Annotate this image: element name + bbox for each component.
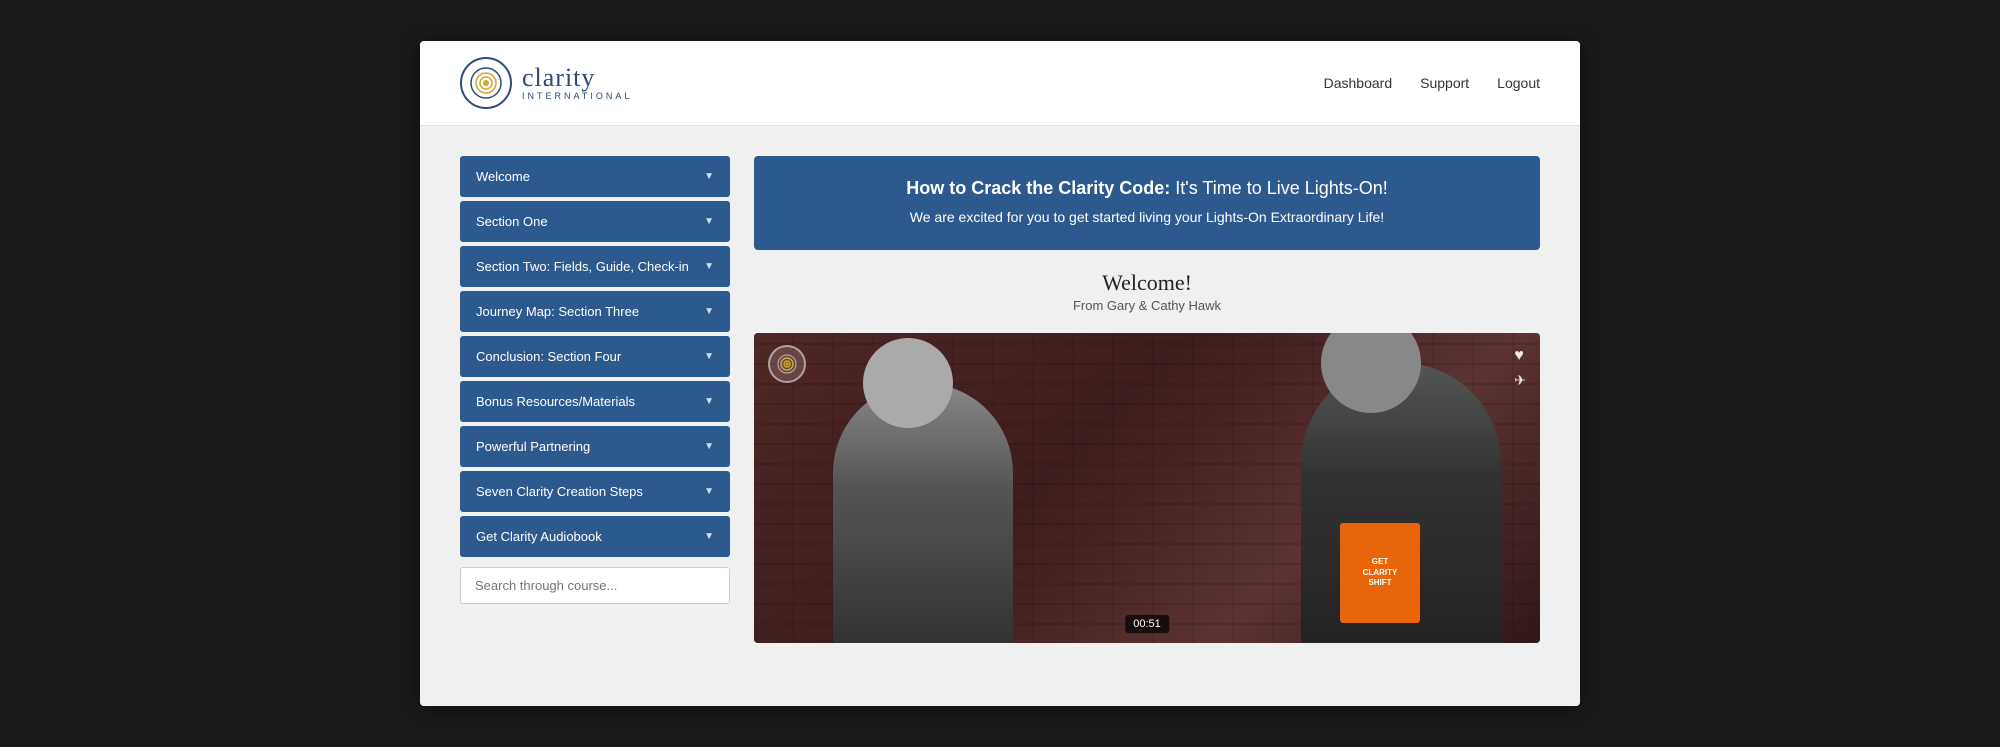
spiral-small-icon bbox=[776, 353, 798, 375]
person-left bbox=[833, 383, 1013, 643]
chevron-down-icon: ▼ bbox=[704, 306, 714, 317]
chevron-down-icon: ▼ bbox=[704, 396, 714, 407]
video-action-icons: ♥ ✈ bbox=[1514, 347, 1526, 390]
hero-subtitle: We are excited for you to get started li… bbox=[782, 207, 1512, 228]
menu-btn-section-one[interactable]: Section One ▼ bbox=[460, 201, 730, 242]
nav-support[interactable]: Support bbox=[1420, 75, 1469, 91]
hero-title-bold: How to Crack the Clarity Code: bbox=[906, 178, 1170, 198]
logo-circle bbox=[460, 57, 512, 109]
welcome-section: Welcome! From Gary & Cathy Hawk bbox=[754, 270, 1540, 313]
heart-icon[interactable]: ♥ bbox=[1514, 347, 1526, 365]
menu-btn-welcome[interactable]: Welcome ▼ bbox=[460, 156, 730, 197]
welcome-title: Welcome! bbox=[754, 270, 1540, 296]
welcome-subtitle: From Gary & Cathy Hawk bbox=[754, 298, 1540, 313]
hero-title: How to Crack the Clarity Code: It's Time… bbox=[782, 178, 1512, 199]
course-sidebar: Welcome ▼ Section One ▼ Section Two: Fie… bbox=[460, 156, 730, 676]
menu-btn-partnering[interactable]: Powerful Partnering ▼ bbox=[460, 426, 730, 467]
book-title: GET CLARITY SHIFT bbox=[1363, 557, 1398, 588]
chevron-down-icon: ▼ bbox=[704, 261, 714, 272]
spiral-icon bbox=[468, 65, 504, 101]
chevron-down-icon: ▼ bbox=[704, 351, 714, 362]
share-icon[interactable]: ✈ bbox=[1514, 373, 1526, 390]
book-prop: GET CLARITY SHIFT bbox=[1340, 523, 1420, 623]
logo: clarity INTERNATIONAL bbox=[460, 57, 632, 109]
nav-logout[interactable]: Logout bbox=[1497, 75, 1540, 91]
video-background: GET CLARITY SHIFT bbox=[754, 333, 1540, 643]
logo-sub: INTERNATIONAL bbox=[522, 91, 632, 101]
menu-btn-section-four[interactable]: Conclusion: Section Four ▼ bbox=[460, 336, 730, 377]
main-nav: Dashboard Support Logout bbox=[1324, 75, 1540, 91]
chevron-down-icon: ▼ bbox=[704, 441, 714, 452]
search-input[interactable] bbox=[460, 567, 730, 604]
chevron-down-icon: ▼ bbox=[704, 486, 714, 497]
menu-btn-section-three[interactable]: Journey Map: Section Three ▼ bbox=[460, 291, 730, 332]
chevron-down-icon: ▼ bbox=[704, 216, 714, 227]
main-content: Welcome ▼ Section One ▼ Section Two: Fie… bbox=[420, 126, 1580, 706]
menu-btn-audiobook[interactable]: Get Clarity Audiobook ▼ bbox=[460, 516, 730, 557]
content-area: How to Crack the Clarity Code: It's Time… bbox=[754, 156, 1540, 676]
logo-name: clarity bbox=[522, 65, 632, 91]
hero-banner: How to Crack the Clarity Code: It's Time… bbox=[754, 156, 1540, 250]
site-header: clarity INTERNATIONAL Dashboard Support … bbox=[420, 41, 1580, 126]
video-logo-overlay bbox=[768, 345, 806, 383]
chevron-down-icon: ▼ bbox=[704, 531, 714, 542]
menu-btn-seven-steps[interactable]: Seven Clarity Creation Steps ▼ bbox=[460, 471, 730, 512]
video-container[interactable]: GET CLARITY SHIFT ♥ ✈ bbox=[754, 333, 1540, 643]
hero-title-normal: It's Time to Live Lights-On! bbox=[1170, 178, 1388, 198]
logo-text: clarity INTERNATIONAL bbox=[522, 65, 632, 101]
menu-btn-section-two[interactable]: Section Two: Fields, Guide, Check-in ▼ bbox=[460, 246, 730, 287]
chevron-down-icon: ▼ bbox=[704, 171, 714, 182]
video-timestamp: 00:51 bbox=[1125, 615, 1169, 633]
menu-btn-bonus[interactable]: Bonus Resources/Materials ▼ bbox=[460, 381, 730, 422]
nav-dashboard[interactable]: Dashboard bbox=[1324, 75, 1393, 91]
